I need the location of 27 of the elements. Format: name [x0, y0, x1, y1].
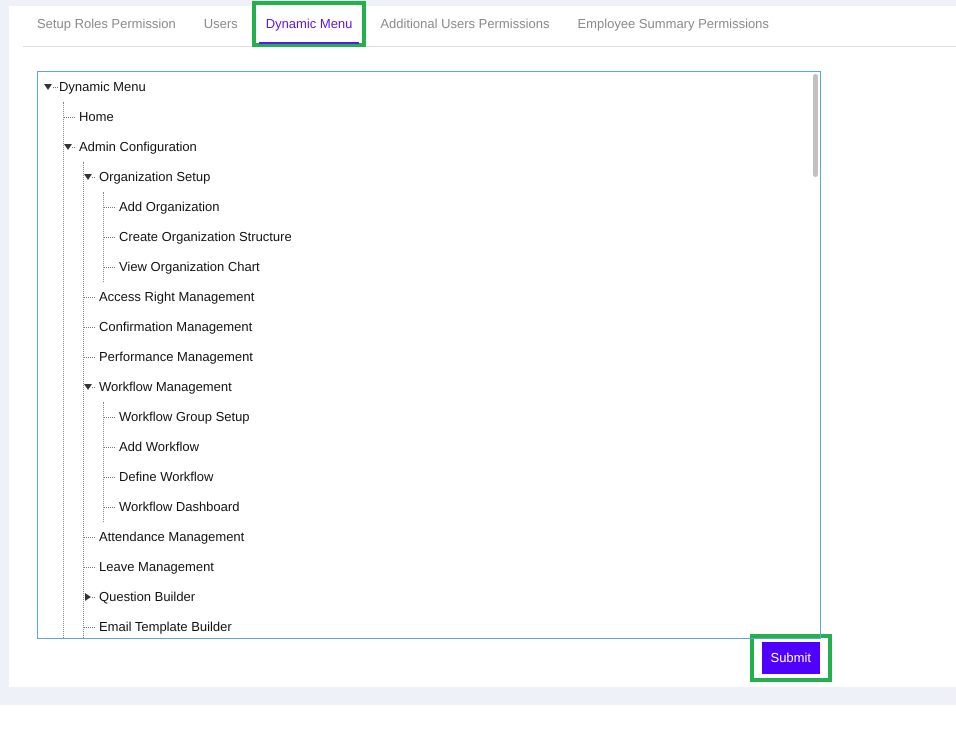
expanded-triangle-icon[interactable] — [64, 143, 72, 151]
expanded-triangle-icon[interactable] — [44, 83, 52, 91]
tree-item[interactable]: Add Organization — [118, 197, 220, 217]
tree-item[interactable]: Define Workflow — [118, 467, 214, 487]
tree-item[interactable]: Workflow Management — [98, 377, 232, 397]
tree-item[interactable]: Admin Configuration — [78, 137, 197, 157]
tree-item[interactable]: Access Right Management — [98, 287, 254, 307]
tree-item[interactable]: Add Workflow — [118, 437, 199, 457]
tree-item[interactable]: Create Organization Structure — [118, 227, 292, 247]
tree-item[interactable]: Performance Management — [98, 347, 253, 367]
collapsed-triangle-icon[interactable] — [84, 593, 92, 601]
expanded-triangle-icon[interactable] — [84, 383, 92, 391]
expanded-triangle-icon[interactable] — [84, 173, 92, 181]
tree-item[interactable]: Attendance Management — [98, 527, 244, 547]
tree-item[interactable]: View Organization Chart — [118, 257, 260, 277]
scrollbar[interactable] — [813, 74, 818, 177]
tree-item[interactable]: Workflow Dashboard — [118, 497, 240, 517]
tree-item[interactable]: Email Template Builder — [98, 617, 232, 637]
tree-item[interactable]: Confirmation Management — [98, 317, 252, 337]
tree-item[interactable]: Question Builder — [98, 587, 196, 607]
tree-item[interactable]: Home — [78, 107, 114, 127]
submit-button[interactable]: Submit — [762, 642, 820, 674]
tree-item[interactable]: Leave Management — [98, 557, 214, 577]
tree-item[interactable]: Dynamic Menu — [58, 77, 146, 97]
tree-item[interactable]: Organization Setup — [98, 167, 210, 187]
tab[interactable]: Dynamic Menu — [258, 4, 360, 44]
tree-item[interactable]: Workflow Group Setup — [118, 407, 250, 427]
